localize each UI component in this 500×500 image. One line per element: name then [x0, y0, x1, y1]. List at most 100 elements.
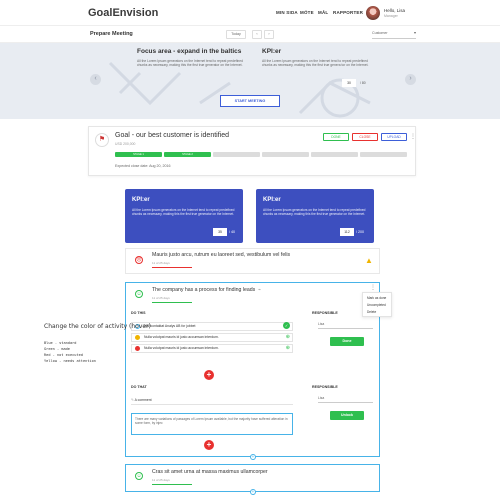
do-that-heading: DO THAT [131, 385, 147, 389]
goal-upload-button[interactable]: UPLOAD [381, 133, 407, 141]
smile-face-icon: ☺ [135, 290, 143, 298]
add-circle-icon[interactable]: ⊕ [286, 334, 290, 341]
responsible-select[interactable]: Lisa [318, 396, 373, 403]
chevron-left-icon: ‹ [94, 75, 97, 82]
responsible-heading: RESPONSIBLE [312, 385, 338, 389]
do-this-heading: DO THIS [131, 311, 146, 315]
activity-progress-bar [152, 484, 192, 485]
kpi-card-1: KPI:er All the Lorem Ipsum generators on… [125, 189, 243, 243]
hero-banner: ‹ › Focus area - expand in the baltics A… [0, 43, 500, 119]
user-role: Manager [384, 14, 398, 18]
add-activity-dot[interactable]: + [250, 454, 256, 460]
goal-stage-3[interactable] [213, 152, 260, 157]
chevron-right-icon: › [268, 32, 270, 36]
activity-progress-bar [152, 302, 192, 303]
check-icon[interactable]: ✓ [283, 322, 290, 329]
task-row[interactable]: Nulla volutpat mauris id justo accumsan … [131, 333, 293, 342]
annotation-line: Red - not executed [44, 353, 83, 357]
goal-stage-4[interactable] [262, 152, 309, 157]
add-circle-icon[interactable]: ⊕ [286, 345, 290, 352]
task-label: Har kontaktat Analys AB for jobbet [144, 324, 196, 328]
kpi-text: All the Lorem Ipsum generators on the In… [132, 208, 235, 217]
hero-background-illustration [108, 61, 371, 118]
subheader-bar [0, 27, 500, 43]
hero-kpi-value[interactable]: 30 [342, 79, 356, 87]
comment-label: A comment [134, 398, 152, 402]
unlock-button[interactable]: Unlock [330, 411, 364, 420]
expected-close-date: Expected close date: Aug 20, 2016 [115, 164, 171, 168]
next-date-button[interactable]: › [264, 30, 274, 39]
kpi-total: / 200 [356, 230, 364, 234]
goal-stage-2[interactable]: STAGE 2 [164, 152, 211, 157]
activity-days: 11 of 25 days [152, 296, 170, 300]
start-meeting-button[interactable]: START MEETING [220, 95, 280, 107]
kpi-text: All the Lorem Ipsum generators on the In… [263, 208, 366, 217]
prev-date-button[interactable]: ‹ [252, 30, 262, 39]
menu-delete[interactable]: Delete [367, 310, 376, 314]
goal-amount: USD 200,000 [115, 142, 136, 146]
kebab-menu-icon[interactable]: ⋮ [410, 133, 416, 140]
top-navigation [0, 0, 500, 26]
hero-kpi-text: All the Lorem Ipsum generators on the In… [262, 59, 369, 68]
add-task-button[interactable]: + [204, 440, 214, 450]
chevron-right-icon: › [409, 75, 412, 82]
chevron-down-icon: ▾ [413, 30, 416, 35]
comment-icon: ✎ [131, 398, 134, 402]
comment-textarea[interactable]: There are many variations of passages of… [131, 413, 293, 435]
goal-stage-1[interactable]: STAGE 1 [115, 152, 162, 157]
kpi-value-input[interactable]: 112 [340, 228, 354, 236]
kpi-card-2: KPI:er All the Lorem Ipsum generators on… [256, 189, 374, 243]
annotation-title: Change the color of activity (hover) [44, 323, 151, 330]
edit-link-icon[interactable]: ⌁ [258, 287, 261, 293]
customer-select-value: Customer [372, 31, 388, 35]
sad-face-icon: ☹ [135, 256, 143, 264]
activity-title[interactable]: Mauris justo arcu, rutrum eu laoreet sed… [152, 252, 290, 258]
hero-next-button[interactable]: › [405, 74, 416, 85]
responsible-heading: RESPONSIBLE [312, 311, 338, 315]
kpi-total: / 40 [229, 230, 235, 234]
hero-prev-button[interactable]: ‹ [90, 74, 101, 85]
brand-logo[interactable]: GoalEnvision [88, 7, 158, 19]
focus-area-title: Focus area - expand in the baltics [137, 48, 242, 55]
today-button[interactable]: Today [226, 30, 246, 39]
menu-mark-done[interactable]: Mark as done [367, 296, 386, 300]
task-row[interactable]: Har kontaktat Analys AB for jobbet ✓ [131, 322, 293, 331]
add-task-button[interactable]: + [204, 370, 214, 380]
activity-progress-bar [152, 267, 192, 268]
activity-title[interactable]: The company has a process for finding le… [152, 287, 255, 293]
avatar[interactable] [366, 6, 380, 20]
add-activity-dot[interactable]: + [250, 489, 256, 495]
nav-link-meeting[interactable]: MÖTE [300, 10, 314, 15]
task-row[interactable]: Nulla volutpat mauris id justo accumsan … [131, 344, 293, 353]
activity-days: 11 of 25 days [152, 261, 170, 265]
nav-link-goals[interactable]: MÅL [318, 10, 328, 15]
responsible-select[interactable]: Lisa [318, 322, 373, 329]
responsible-value: Lisa [318, 322, 325, 326]
goal-stage-6[interactable] [360, 152, 407, 157]
user-greeting: Hello, Lisa [384, 8, 406, 13]
nav-link-my-page[interactable]: MIN SIDA [276, 10, 298, 15]
customer-select[interactable]: Customer ▾ [372, 30, 416, 39]
kpi-title: KPI:er [132, 197, 150, 203]
hero-kpi-total: / 80 [360, 81, 366, 85]
goal-title: Goal - our best customer is identified [115, 132, 229, 139]
activity-title[interactable]: Cras sit amet urna at massa maximus ulla… [152, 469, 268, 475]
activity-days: 11 of 25 days [152, 478, 170, 482]
task-status-icon [135, 335, 140, 340]
nav-link-reports[interactable]: RAPPORTER [333, 10, 363, 15]
plus-icon: + [206, 440, 212, 449]
kpi-value-input[interactable]: 35 [213, 228, 227, 236]
annotation-line: Green - made [44, 347, 70, 351]
goal-done-button[interactable]: DONE [323, 133, 349, 141]
kpi-title: KPI:er [263, 197, 281, 203]
done-button[interactable]: Done [330, 337, 364, 346]
menu-uncompleted[interactable]: Uncompleted [367, 303, 386, 307]
task-label: Nulla volutpat mauris id justo accumsan … [144, 346, 219, 350]
kebab-menu-icon[interactable]: ⋮ [370, 284, 376, 291]
task-status-icon [135, 346, 140, 351]
goal-stage-5[interactable] [311, 152, 358, 157]
focus-area-text: All the Lorem Ipsum generators on the In… [137, 59, 243, 68]
plus-icon: + [206, 370, 212, 379]
comment-row[interactable]: ✎ A comment [131, 396, 293, 405]
goal-close-button[interactable]: CLOSE [352, 133, 378, 141]
